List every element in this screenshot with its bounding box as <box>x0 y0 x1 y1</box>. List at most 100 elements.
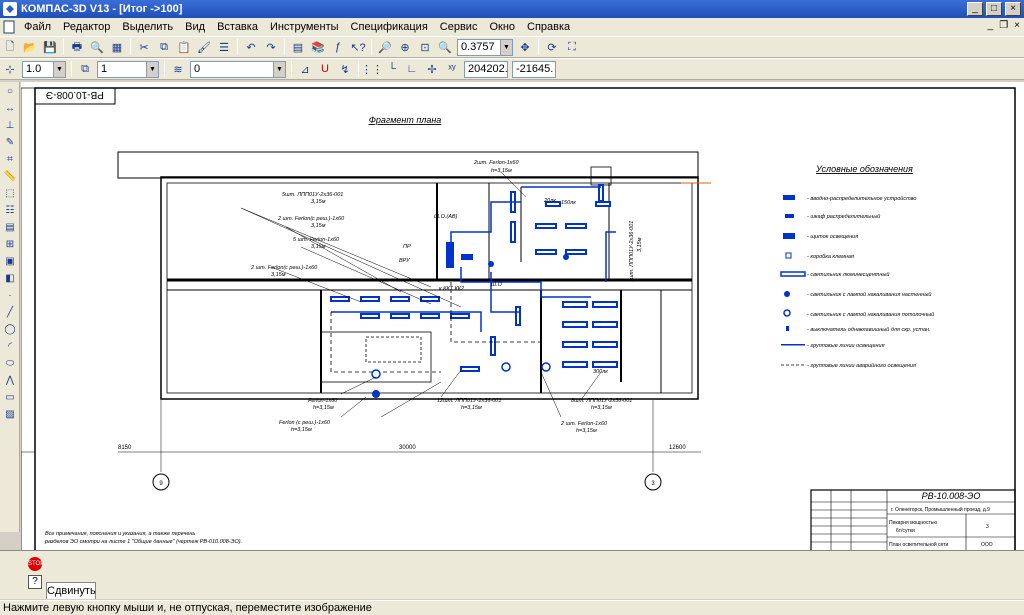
zoom-icon[interactable]: 🔍 <box>436 38 454 56</box>
select-icon[interactable]: ⬚ <box>1 185 19 201</box>
refresh-icon[interactable]: ⟳ <box>543 38 561 56</box>
spec-icon[interactable]: ☷ <box>1 202 19 218</box>
polyline-icon[interactable]: ⋀ <box>1 372 19 388</box>
measure-icon[interactable]: 📏 <box>1 168 19 184</box>
properties-icon[interactable]: ☰ <box>215 38 233 56</box>
mdi-close-button[interactable]: × <box>1014 20 1020 31</box>
minimize-button[interactable]: _ <box>967 2 983 16</box>
round-icon[interactable]: ✢ <box>423 60 441 78</box>
zoom-window-icon[interactable]: 🔎 <box>376 38 394 56</box>
menu-window[interactable]: Окно <box>483 18 521 36</box>
chevron-down-icon[interactable]: ▼ <box>53 61 65 77</box>
stamp-org: ООО <box>981 542 993 548</box>
symbols-icon[interactable]: ⊥ <box>1 117 19 133</box>
tab-move[interactable]: Сдвинуть <box>46 582 96 599</box>
maximize-button[interactable]: □ <box>986 2 1002 16</box>
stop-icon[interactable]: STOP <box>28 557 44 571</box>
library-icon[interactable]: 📚 <box>309 38 327 56</box>
hatch-icon[interactable]: ▨ <box>1 406 19 422</box>
menu-specification[interactable]: Спецификация <box>345 18 434 36</box>
pan-icon[interactable]: ✥ <box>516 38 534 56</box>
open-icon[interactable]: 📂 <box>21 38 39 56</box>
coord-x-field[interactable]: 204202. <box>464 60 508 78</box>
label-vert: 5шт. ЛПП01У-2х36-001 <box>629 221 635 282</box>
point-icon[interactable]: · <box>1 287 19 303</box>
ortho-mode-icon[interactable]: ∟ <box>403 60 421 78</box>
copy-icon[interactable]: ⧉ <box>155 38 173 56</box>
tree-icon[interactable]: ▤ <box>289 38 307 56</box>
orthogonal-icon[interactable]: ⊿ <box>296 60 314 78</box>
help-icon[interactable]: ? <box>28 575 42 589</box>
stamp-code: РВ-10.008-ЭО <box>922 491 981 501</box>
legend-item-5: - светильник с лампой накаливания настен… <box>807 291 931 298</box>
coord-y-field[interactable]: -21645. <box>512 60 556 78</box>
legend-item-0: - вводно-распределительное устройство <box>807 195 916 202</box>
chevron-down-icon[interactable]: ▼ <box>146 61 158 77</box>
snap-icon[interactable]: ↯ <box>336 60 354 78</box>
edit-icon[interactable]: ✎ <box>1 134 19 150</box>
pointer-help-icon[interactable]: ↖? <box>349 38 367 56</box>
arc-icon[interactable]: ◜ <box>1 338 19 354</box>
local-cs-icon[interactable]: └ <box>383 60 401 78</box>
insert-icon[interactable]: ⊞ <box>1 236 19 252</box>
chevron-down-icon[interactable]: ▼ <box>500 39 512 55</box>
reports-icon[interactable]: ▤ <box>1 219 19 235</box>
fragment-icon[interactable]: ◧ <box>1 270 19 286</box>
luminaires <box>330 184 618 372</box>
new-document-icon[interactable]: 🗋 <box>1 38 19 56</box>
menu-file[interactable]: Файл <box>18 18 57 36</box>
document-icon[interactable] <box>2 20 16 34</box>
preview-icon[interactable]: 🔍 <box>88 38 106 56</box>
magnet-icon[interactable]: U <box>316 60 334 78</box>
style-value: 0 <box>194 63 201 75</box>
dimensions-icon[interactable]: ↔ <box>1 100 19 116</box>
redo-icon[interactable]: ↷ <box>262 38 280 56</box>
paste-icon[interactable]: 📋 <box>175 38 193 56</box>
menu-tools[interactable]: Инструменты <box>264 18 345 36</box>
save-icon[interactable]: 💾 <box>41 38 59 56</box>
label-shoav: Ш.О.(АВ) <box>434 214 458 220</box>
style-field[interactable]: 0 ▼ <box>190 60 286 78</box>
label-b2: Ferlon (с реш.)-1х60 <box>279 420 331 426</box>
zoom-field[interactable]: 0.3757 ▼ <box>457 38 513 56</box>
menu-service[interactable]: Сервис <box>434 18 484 36</box>
geometry-icon[interactable]: ○ <box>1 83 19 99</box>
kompas-app-icon <box>3 2 17 16</box>
menu-select[interactable]: Выделить <box>116 18 179 36</box>
undo-icon[interactable]: ↶ <box>242 38 260 56</box>
line-width-field[interactable]: 1.0 ▼ <box>22 60 66 78</box>
circle-icon[interactable]: ◯ <box>1 321 19 337</box>
menu-help[interactable]: Справка <box>521 18 576 36</box>
drawing-canvas[interactable]: РВ-10.008-Э Фрагмент плана 2шт. Ferlon-1… <box>21 82 1024 550</box>
cut-icon[interactable]: ✂ <box>135 38 153 56</box>
ellipse-icon[interactable]: ⬭ <box>1 355 19 371</box>
variables-icon[interactable]: ƒ <box>329 38 347 56</box>
menu-insert[interactable]: Вставка <box>211 18 264 36</box>
chevron-down-icon[interactable]: ▼ <box>273 61 285 77</box>
segment-icon[interactable]: ╱ <box>1 304 19 320</box>
show-all-icon[interactable]: ⛶ <box>563 38 581 56</box>
zoom-all-icon[interactable]: ⊡ <box>416 38 434 56</box>
print-icon[interactable]: 🖶 <box>68 38 86 56</box>
legend-item-8: - групповые линии освещения <box>807 343 885 349</box>
state-icon[interactable]: ≋ <box>169 60 187 78</box>
label-b1b: h=3,15м <box>313 405 334 411</box>
mdi-minimize-button[interactable]: _ <box>988 20 994 31</box>
dimension-lines: 8150 30000 12600 9 3 <box>118 400 701 491</box>
layer-icon[interactable]: ⧉ <box>76 60 94 78</box>
views-icon[interactable]: ▣ <box>1 253 19 269</box>
manager-icon[interactable]: ▦ <box>108 38 126 56</box>
grid-step-icon[interactable]: ⊹ <box>1 60 19 78</box>
mdi-restore-button[interactable]: ❐ <box>999 20 1008 31</box>
stamp-top-text: РВ-10.008-Э <box>46 89 104 100</box>
parametrization-icon[interactable]: ⌗ <box>1 151 19 167</box>
layer-field[interactable]: 1 ▼ <box>97 60 159 78</box>
grid-icon[interactable]: ⋮⋮ <box>361 60 383 78</box>
menu-editor[interactable]: Редактор <box>57 18 116 36</box>
close-button[interactable]: × <box>1005 2 1021 16</box>
zoom-in-icon[interactable]: ⊕ <box>396 38 414 56</box>
menu-view[interactable]: Вид <box>179 18 211 36</box>
rectangle-icon[interactable]: ▭ <box>1 389 19 405</box>
label-150: 150лк <box>561 200 576 206</box>
format-painter-icon[interactable]: 🖌 <box>195 38 213 56</box>
